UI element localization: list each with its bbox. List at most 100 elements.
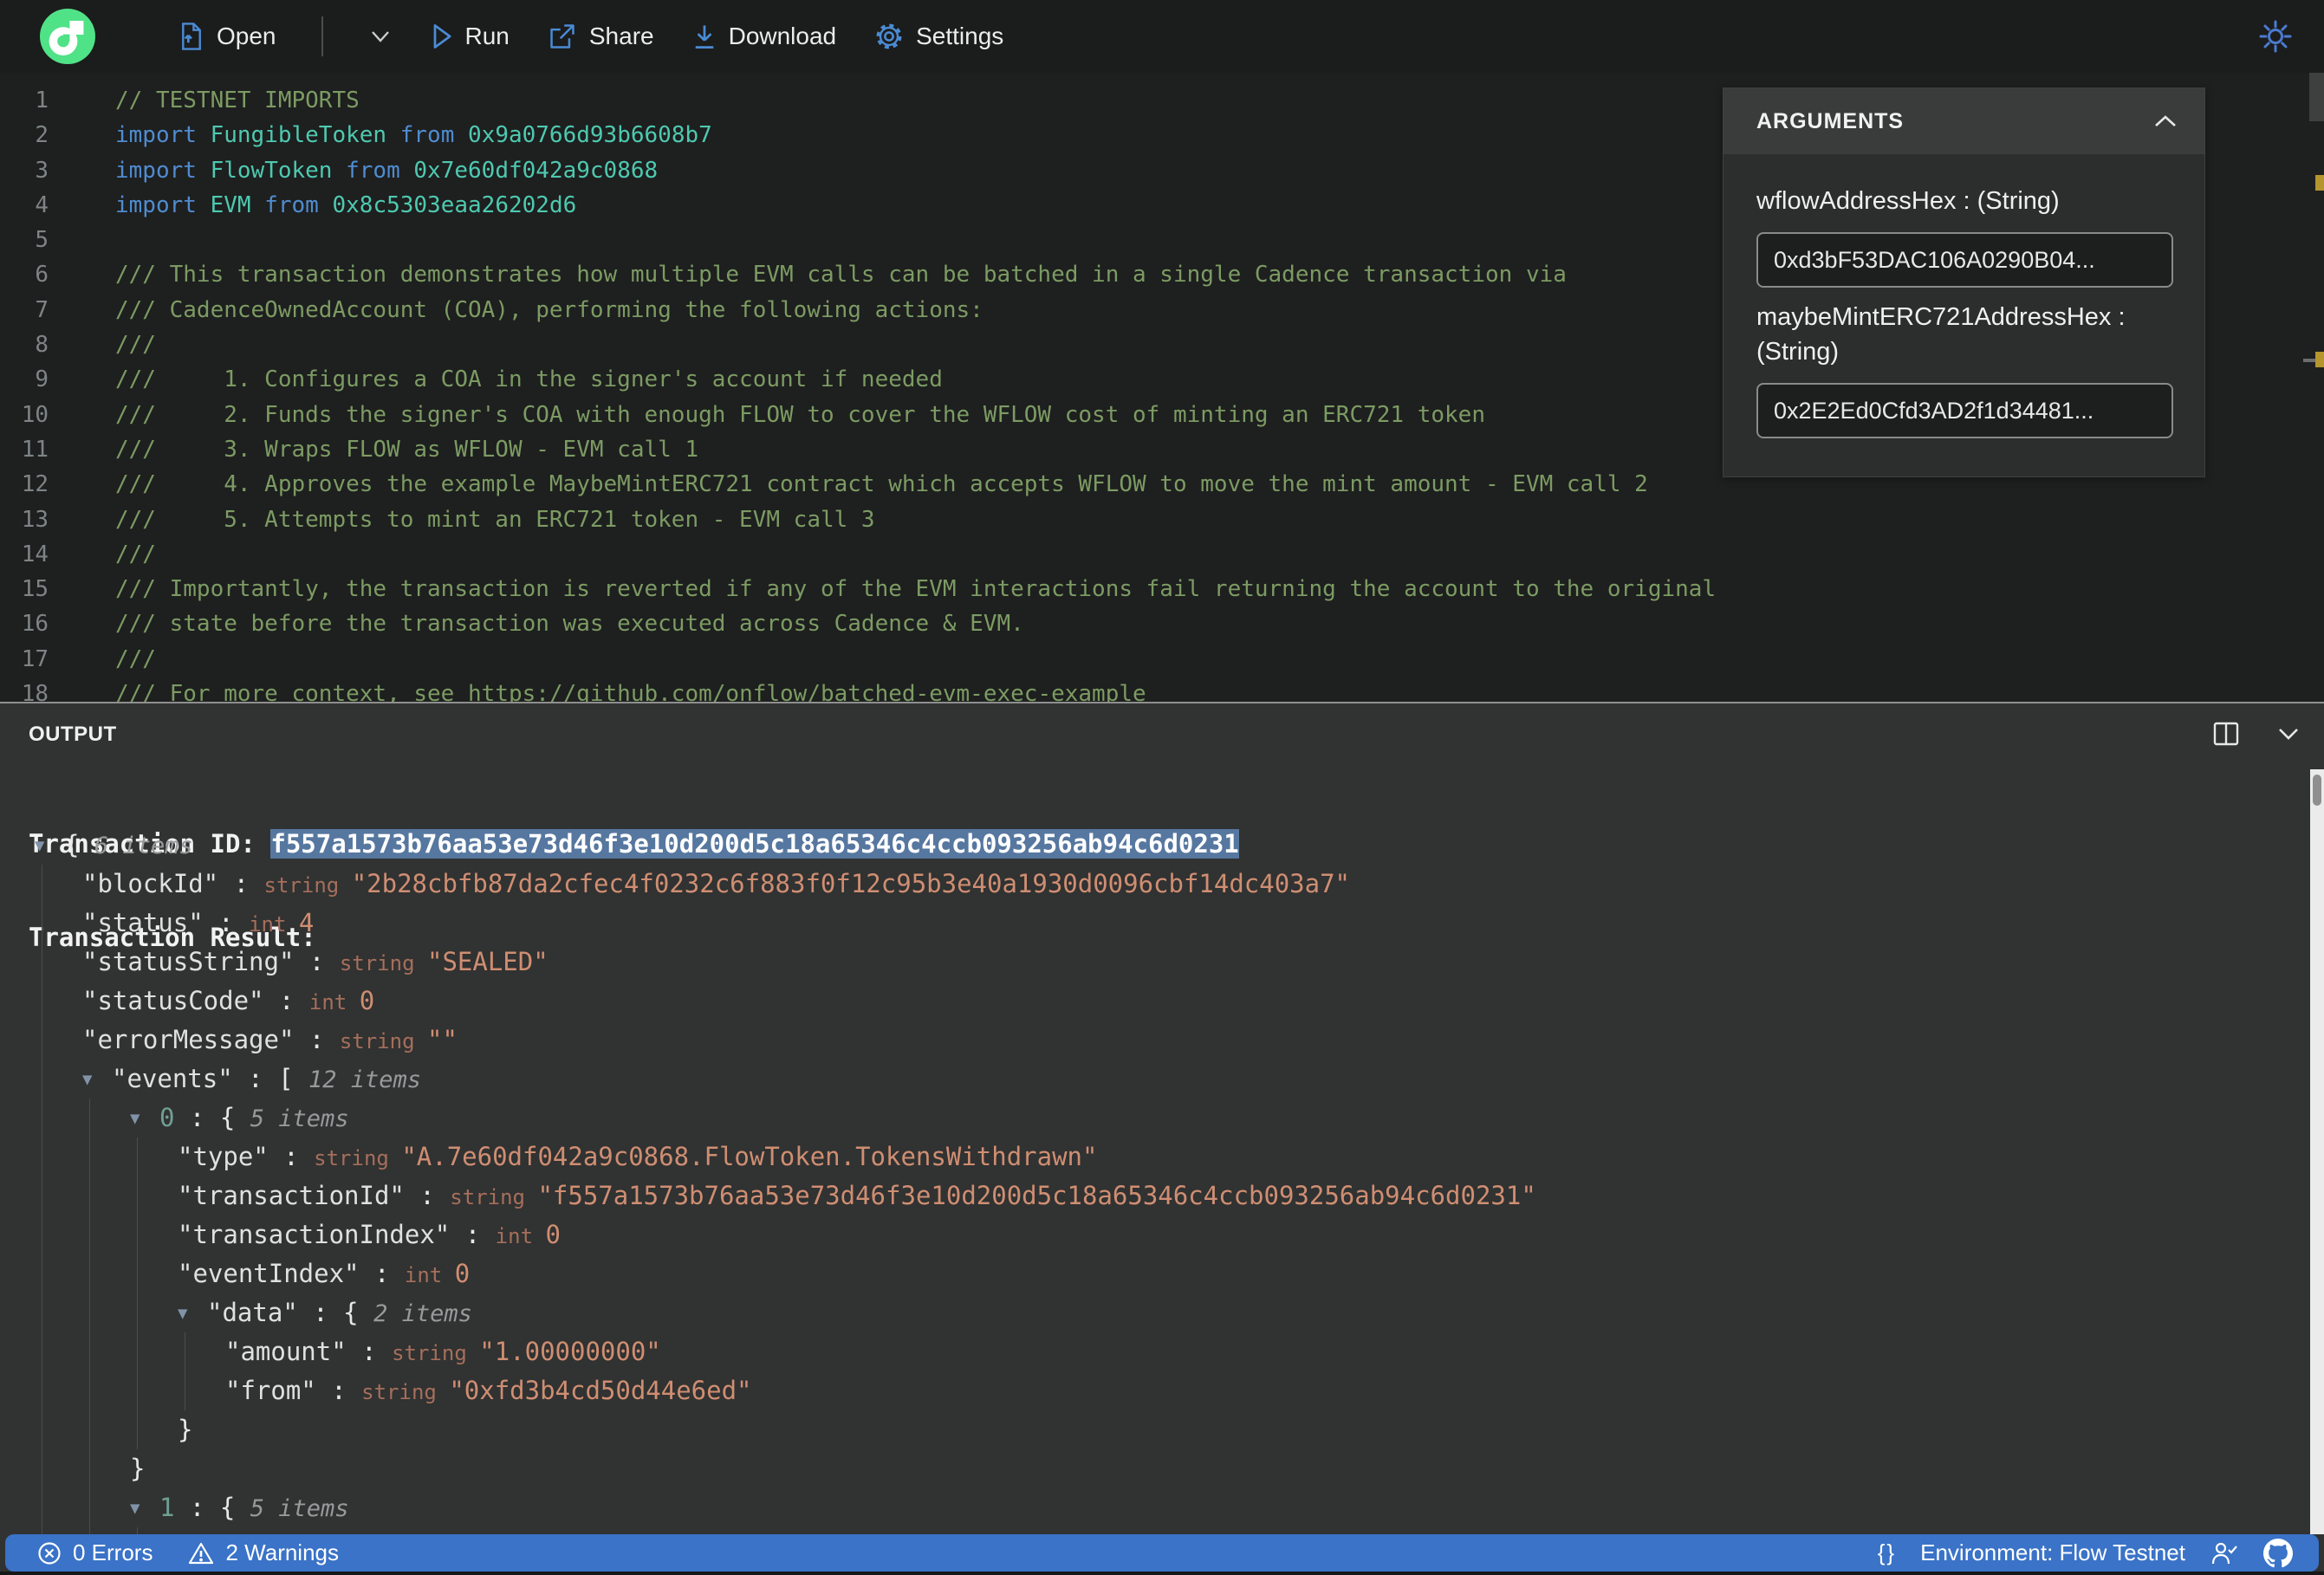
collapse-arrow-icon[interactable]: ▼ xyxy=(178,1294,207,1333)
code-line[interactable]: 14 /// xyxy=(0,537,2289,572)
code-token: FlowToken xyxy=(210,157,347,184)
open-button[interactable]: Open xyxy=(179,22,276,51)
download-label: Download xyxy=(728,23,837,49)
collapse-arrow-icon[interactable]: ▼ xyxy=(130,1489,159,1528)
arguments-header[interactable]: ARGUMENTS xyxy=(1724,88,2204,154)
colon: : xyxy=(232,1064,279,1093)
code-text: /// 3. Wraps FLOW as WFLOW - EVM call 1 xyxy=(115,432,698,467)
code-token: import xyxy=(115,122,211,149)
opening-brace: { xyxy=(64,830,94,859)
warning-marker xyxy=(2315,352,2324,367)
code-token: 0x9a0766d93b6608b7 xyxy=(468,122,712,149)
code-text: /// xyxy=(115,537,156,572)
open-dropdown-button[interactable] xyxy=(368,29,393,44)
tree-value: "f557a1573b76aa53e73d46f3e10d200d5c18a65… xyxy=(537,1181,1536,1210)
status-bar-left: 0 Errors 2 Warnings xyxy=(5,1539,339,1566)
split-view-icon[interactable] xyxy=(2211,721,2241,747)
code-token: 0x8c5303eaa26202d6 xyxy=(332,191,577,218)
code-line[interactable]: 13 /// 5. Attempts to mint an ERC721 toke… xyxy=(0,502,2289,537)
code-line[interactable]: 18 /// For more context, see https://gith… xyxy=(0,677,2289,702)
tree-value: 0 xyxy=(359,986,375,1015)
line-number: 8 xyxy=(35,332,49,359)
colon: : xyxy=(218,869,264,898)
code-line[interactable]: 17 /// xyxy=(0,642,2289,677)
warnings-status[interactable]: 2 Warnings xyxy=(187,1539,339,1566)
tree-key: "statusCode" xyxy=(82,986,264,1015)
flow-logo[interactable] xyxy=(40,9,95,64)
warning-icon xyxy=(187,1540,215,1566)
tree-key: "blockId" xyxy=(82,869,219,898)
chevron-up-icon[interactable] xyxy=(2152,113,2178,129)
settings-button[interactable]: Settings xyxy=(874,22,1003,51)
code-token: /// xyxy=(115,645,156,672)
share-button[interactable]: Share xyxy=(548,23,654,50)
line-number: 16 xyxy=(21,611,49,638)
code-token: from xyxy=(346,157,414,184)
tree-row: "amount" : string "1.00000000" xyxy=(0,1332,2298,1371)
tree-value: "" xyxy=(426,1025,458,1054)
argument-input-wflow[interactable] xyxy=(1756,232,2173,288)
output-scrollbar-thumb[interactable] xyxy=(2313,775,2321,806)
code-token: /// 3. Wraps FLOW as WFLOW - EVM call 1 xyxy=(115,436,699,463)
code-text: /// CadenceOwnedAccount (COA), performin… xyxy=(115,293,983,327)
toolbar-divider xyxy=(321,16,323,56)
collapse-arrow-icon[interactable]: ▼ xyxy=(82,1060,112,1099)
errors-status[interactable]: 0 Errors xyxy=(36,1539,153,1566)
colon: : xyxy=(359,1259,405,1288)
code-token: /// 2. Funds the signer's COA with enoug… xyxy=(115,401,1485,428)
tree-row: "status" : int 4 xyxy=(0,904,2298,943)
value-type: string xyxy=(392,1341,480,1365)
tree-value: "A.7e60df042a9c0868.FlowToken.TokensWith… xyxy=(401,1142,1098,1171)
items-count: 6 items xyxy=(94,833,193,859)
code-token: import xyxy=(115,157,211,184)
status-bar-right: {} Environment: Flow Testnet xyxy=(1877,1538,2319,1568)
editor-scrollbar-thumb[interactable] xyxy=(2309,73,2324,121)
code-text: /// This transaction demonstrates how mu… xyxy=(115,257,1567,292)
code-token: from xyxy=(264,191,333,218)
code-token: FungibleToken xyxy=(210,122,400,149)
download-icon xyxy=(692,23,717,50)
code-text: /// 2. Funds the signer's COA with enoug… xyxy=(115,398,1485,432)
tree-row: "from" : string "0xfd3b4cd50d44e6ed" xyxy=(0,1371,2298,1410)
tree-row: ▼ "data" : { 2 items xyxy=(0,1293,2298,1332)
download-button[interactable]: Download xyxy=(692,23,837,50)
github-icon[interactable] xyxy=(2263,1538,2293,1568)
arguments-body: wflowAddressHex : (String) maybeMintERC7… xyxy=(1724,154,2204,456)
value-type: int xyxy=(308,990,360,1014)
error-icon xyxy=(36,1540,62,1566)
collapse-arrow-icon[interactable]: ▼ xyxy=(130,1099,159,1138)
theme-toggle-sun-icon[interactable] xyxy=(2256,17,2295,55)
value-type: string xyxy=(339,1029,427,1053)
code-line[interactable]: 15 /// Importantly, the transaction is re… xyxy=(0,572,2289,606)
code-line[interactable]: 16 /// state before the transaction was e… xyxy=(0,606,2289,641)
items-count: 12 items xyxy=(308,1066,422,1093)
line-number: 17 xyxy=(21,645,49,672)
output-scrollbar-track[interactable] xyxy=(2310,769,2324,1534)
colon: : xyxy=(174,1103,220,1132)
code-text: /// xyxy=(115,642,156,677)
feedback-person-icon[interactable] xyxy=(2210,1539,2239,1567)
run-button[interactable]: Run xyxy=(431,23,510,50)
errors-label: 0 Errors xyxy=(73,1539,153,1565)
environment-label[interactable]: Environment: Flow Testnet xyxy=(1920,1539,2185,1566)
tree-value: 0 xyxy=(545,1220,561,1249)
collapse-output-chevron-icon[interactable] xyxy=(2275,725,2301,742)
braces-icon: {} xyxy=(1877,1539,1897,1565)
toolbar: Open Run Share Download Settings xyxy=(0,0,2324,73)
tree-key: "type" xyxy=(178,1142,269,1171)
tree-row: "statusCode" : int 0 xyxy=(0,982,2298,1021)
line-number: 13 xyxy=(21,506,49,533)
settings-label: Settings xyxy=(916,23,1004,49)
tree-row: } xyxy=(0,1449,2298,1488)
share-icon xyxy=(548,23,577,50)
tree-key: "transactionId" xyxy=(178,1181,405,1210)
tree-key: "status" xyxy=(82,908,204,937)
tree-key: "statusString" xyxy=(82,947,295,976)
line-number: 6 xyxy=(35,262,49,288)
code-link[interactable]: https://github.com/onflow/batched-evm-ex… xyxy=(468,681,1146,702)
collapse-arrow-icon[interactable]: ▼ xyxy=(35,826,64,865)
argument-input-maybemint[interactable] xyxy=(1756,383,2173,438)
code-token: import xyxy=(115,191,211,218)
closing-brace: } xyxy=(130,1454,146,1483)
tree-row: ▼ 1 : { 5 items xyxy=(0,1488,2298,1527)
